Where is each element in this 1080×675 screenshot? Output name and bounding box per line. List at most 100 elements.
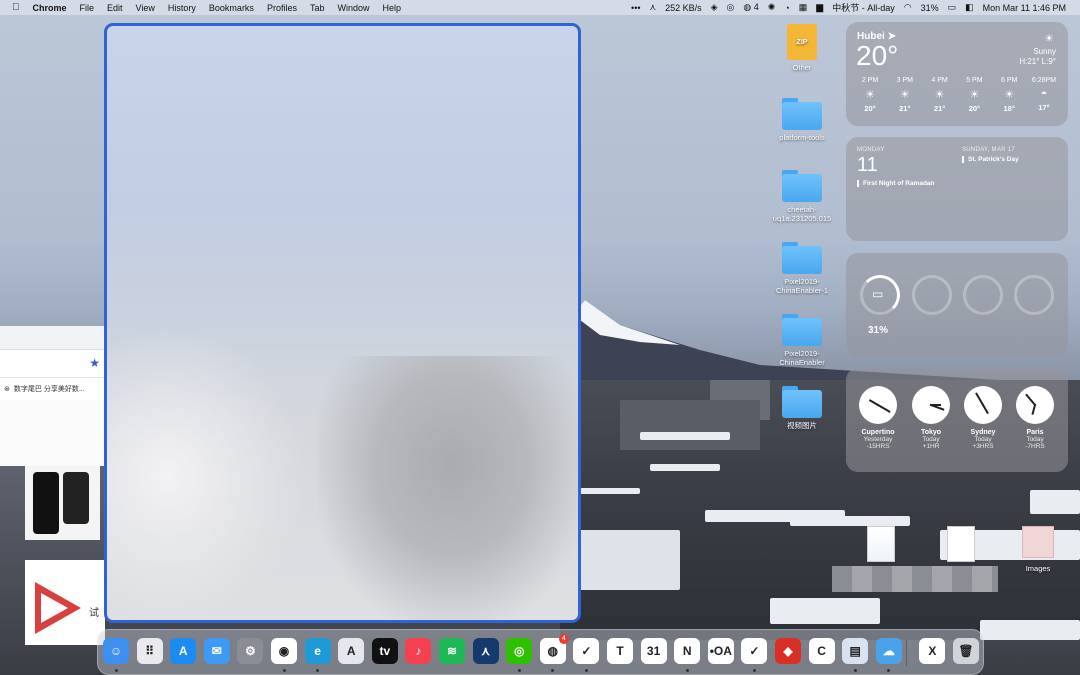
calendar-dock-icon[interactable]: 31 xyxy=(640,638,667,664)
antivirus-icon[interactable]: ✺ xyxy=(768,2,776,13)
running-indicator xyxy=(685,669,689,672)
weather-widget[interactable]: Hubei ➤ 20° ☀ Sunny H:21° L:9° 2 PM ☀ 20° … xyxy=(846,22,1068,126)
running-indicator xyxy=(551,669,555,672)
calendar-today-day: MONDAY xyxy=(857,147,885,153)
dock-separator xyxy=(906,640,908,666)
trash-dock-icon[interactable]: 🗑 xyxy=(953,638,979,664)
feishu-dock-icon[interactable]: ⋏ xyxy=(472,638,499,664)
weather-high-low: H:21° L:9° xyxy=(1019,57,1056,66)
apple-menu-icon[interactable]:  xyxy=(12,2,20,13)
spark-mail-dock-icon[interactable]: ✓ xyxy=(573,638,600,664)
folder-icon xyxy=(782,170,822,202)
running-indicator xyxy=(752,669,756,672)
briefcase-icon[interactable]: ▆ xyxy=(816,2,823,13)
world-clock-widget[interactable]: Cupertino Yesterday -15HRS Tokyo Today +… xyxy=(846,368,1068,472)
weather-dock-icon[interactable]: ☁ xyxy=(875,638,902,664)
clock-item: Tokyo Today +1HR xyxy=(907,386,955,450)
bookmark-icon: ⊛ xyxy=(4,386,10,393)
folder-icon xyxy=(782,386,822,418)
datetime[interactable]: Mon Mar 11 1:46 PM xyxy=(983,3,1066,13)
clock-face-icon xyxy=(859,386,897,424)
menu-tab[interactable]: Tab xyxy=(310,3,325,13)
chrome-dock-icon[interactable]: ◉ xyxy=(271,638,297,664)
clock-status-icon[interactable]: ◔ xyxy=(784,3,789,13)
frosted-window[interactable] xyxy=(104,23,581,623)
red-app-dock-icon[interactable]: ◆ xyxy=(775,638,801,664)
zip-icon: ZIP xyxy=(787,24,817,60)
calendar-event[interactable]: St. Patrick's Day xyxy=(962,156,1019,163)
menu-profiles[interactable]: Profiles xyxy=(267,3,297,13)
weather-hour: 2 PM ☀ 20° xyxy=(854,77,886,113)
control-center-icon[interactable]: ◧ xyxy=(965,2,974,13)
apple-tv-dock-icon[interactable]: tv xyxy=(371,638,398,664)
qq-status-icon[interactable]: ◍ 4 xyxy=(743,2,758,13)
launchpad-dock-icon[interactable]: ⠿ xyxy=(136,638,163,664)
more-status-icon[interactable]: ••• xyxy=(631,3,640,13)
menu-edit[interactable]: Edit xyxy=(107,3,123,13)
system-settings-dock-icon[interactable]: ⚙ xyxy=(237,638,264,664)
document-icon xyxy=(947,526,975,562)
logo-thumbnail[interactable]: 试 xyxy=(25,560,105,645)
cleanmymac-dock-icon[interactable]: C xyxy=(808,638,835,664)
typora-dock-icon[interactable]: T xyxy=(607,638,633,664)
running-indicator xyxy=(584,669,588,672)
running-indicator xyxy=(887,669,891,672)
battery-icon[interactable]: ▭ xyxy=(948,2,957,13)
weather-temp: 20° xyxy=(856,40,899,71)
calendar-today-number: 11 xyxy=(857,154,878,176)
calendar-status[interactable]: 中秋节 - All-day xyxy=(832,1,895,14)
clock-item: Paris Today -7HRS xyxy=(1011,386,1059,450)
menu-window[interactable]: Window xyxy=(337,3,369,13)
bird-icon[interactable]: ◈ xyxy=(711,2,718,13)
affinity-dock-icon[interactable]: A xyxy=(338,638,365,664)
desktop-icon-document-2[interactable] xyxy=(946,526,976,562)
spotify-dock-icon[interactable]: ≋ xyxy=(439,638,465,664)
weather-condition: Sunny xyxy=(1033,47,1056,56)
excel-dock-icon[interactable]: X xyxy=(919,638,946,664)
app-store-dock-icon[interactable]: A xyxy=(170,638,197,664)
edge-dock-icon[interactable]: e xyxy=(304,638,331,664)
battery-widget[interactable]: ▭ 31% xyxy=(846,253,1068,357)
music-dock-icon[interactable]: ♪ xyxy=(405,638,432,664)
desktop-icon-document-1[interactable] xyxy=(866,526,896,562)
calendar-widget[interactable]: MONDAY 11 First Night of Ramadan SUNDAY,… xyxy=(846,137,1068,241)
preview-dock-icon[interactable]: ▤ xyxy=(842,638,869,664)
wifi-icon[interactable]: ◠ xyxy=(904,2,912,13)
desktop-icon-video-images[interactable]: 视频图片 xyxy=(762,386,842,430)
menu-history[interactable]: History xyxy=(168,3,196,13)
battery-ring-laptop: ▭ xyxy=(860,275,900,315)
mail-dock-icon[interactable]: ✉ xyxy=(203,638,230,664)
desktop-icon-cheetah[interactable]: cheetah-uq1a.231205.015 xyxy=(762,170,842,223)
clock-face-icon xyxy=(1016,386,1054,424)
menu-app-name[interactable]: Chrome xyxy=(33,3,67,13)
grid-status-icon[interactable]: ▦ xyxy=(799,2,808,13)
redacted-filename xyxy=(832,566,998,592)
menu-file[interactable]: File xyxy=(80,3,95,13)
ticktick-dock-icon[interactable]: ✓ xyxy=(741,638,768,664)
bear-dock-icon[interactable]: •OA xyxy=(707,638,734,664)
qq-dock-icon[interactable]: ◍ 4 xyxy=(539,634,569,664)
desktop-icon-pixel2019-1[interactable]: Pixel2019-ChinaEnabler-1 xyxy=(762,242,842,295)
bookmark-item[interactable]: 数字尾巴 分享美好数... xyxy=(14,384,85,394)
thumbnail-text: 试 xyxy=(89,608,99,619)
desktop-icon-images[interactable]: Images xyxy=(998,526,1078,573)
notion-dock-icon[interactable]: N xyxy=(674,638,701,664)
desktop-icon-pixel2019[interactable]: Pixel2019-ChinaEnabler xyxy=(762,314,842,367)
wechat-dock-icon[interactable]: ◎ xyxy=(506,638,533,664)
desktop-icon-other[interactable]: ZIP Other xyxy=(762,24,842,72)
bookmark-star-icon[interactable]: ★ xyxy=(89,356,100,370)
battery-percent[interactable]: 31% xyxy=(921,3,939,13)
article-thumbnail[interactable] xyxy=(25,466,100,540)
menu-help[interactable]: Help xyxy=(382,3,401,13)
chrome-toolbar: ★ xyxy=(0,350,110,378)
desktop-icon-platform-tools[interactable]: platform-tools xyxy=(762,98,842,142)
menu-view[interactable]: View xyxy=(136,3,155,13)
folder-icon xyxy=(782,98,822,130)
finder-dock-icon[interactable]: ☺ xyxy=(103,638,129,664)
calendar-event[interactable]: First Night of Ramadan xyxy=(857,180,935,187)
wechat-status-icon[interactable]: ◎ xyxy=(727,2,735,13)
menu-bookmarks[interactable]: Bookmarks xyxy=(209,3,254,13)
network-speed-icon[interactable]: ⋏ xyxy=(650,2,657,13)
sun-icon: ☀ xyxy=(899,89,910,101)
clock-face-icon xyxy=(964,386,1002,424)
